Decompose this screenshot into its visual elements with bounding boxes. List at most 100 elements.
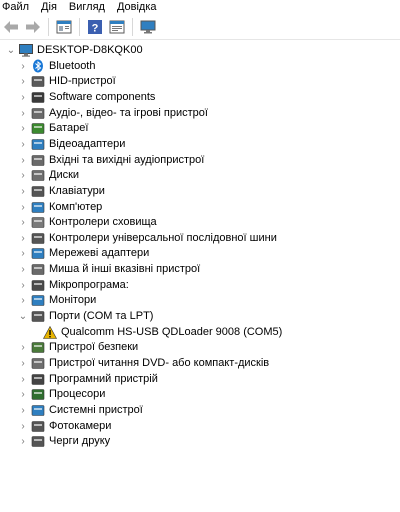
software-component-icon <box>31 90 45 104</box>
monitor-icon <box>31 294 45 308</box>
chevron-right-icon[interactable]: › <box>18 340 28 355</box>
chevron-right-icon[interactable]: › <box>18 246 28 261</box>
category-label: Миша й інші вказівні пристрої <box>49 263 201 276</box>
processor-icon <box>31 388 45 402</box>
category-label: Аудіо-, відео- та ігрові пристрої <box>49 106 208 119</box>
chevron-right-icon[interactable]: › <box>18 262 28 277</box>
tree-category-row[interactable]: › Мікропрограма: <box>18 278 129 293</box>
tree-category-row[interactable]: › Клавіатури <box>18 184 105 199</box>
hid-icon <box>31 75 45 89</box>
chevron-right-icon[interactable]: › <box>18 231 28 246</box>
category-label: Клавіатури <box>49 184 105 197</box>
system-device-icon <box>31 403 45 417</box>
properties-view-button[interactable] <box>55 18 73 36</box>
tree-category-row[interactable]: › HID-пристрої <box>18 74 115 89</box>
tree-category-row[interactable]: › Пристрої безпеки <box>18 340 138 355</box>
toolbar-separator <box>132 18 133 36</box>
scan-hardware-button[interactable] <box>139 18 157 36</box>
software-device-icon <box>31 372 45 386</box>
chevron-right-icon[interactable]: › <box>18 74 28 89</box>
firmware-icon <box>31 278 45 292</box>
tree-category-row[interactable]: › Черги друку <box>18 434 110 449</box>
menu-view[interactable]: Вигляд <box>63 0 111 14</box>
tree-category-row[interactable]: › Процесори <box>18 387 105 402</box>
toolbar-separator <box>48 18 49 36</box>
category-label: Мережеві адаптери <box>49 247 150 260</box>
chevron-right-icon[interactable]: › <box>18 200 28 215</box>
tree-category-row[interactable]: › Фотокамери <box>18 419 111 434</box>
back-button[interactable] <box>2 18 20 36</box>
category-label: Комп'ютер <box>49 200 103 213</box>
mouse-icon <box>31 263 45 277</box>
tree-root[interactable]: ⌄ DESKTOP-D8KQK00 <box>6 43 143 58</box>
disk-icon <box>31 169 45 183</box>
toolbar-separator <box>79 18 80 36</box>
audio-io-icon <box>31 153 45 167</box>
category-label: Системні пристрої <box>49 403 143 416</box>
tree-category-row[interactable]: › Системні пристрої <box>18 403 143 418</box>
tree-category-row[interactable]: › Комп'ютер <box>18 200 102 215</box>
network-adapter-icon <box>31 247 45 261</box>
help-button[interactable]: ? <box>86 18 104 36</box>
chevron-right-icon[interactable]: › <box>18 153 28 168</box>
chevron-right-icon[interactable]: › <box>18 59 28 74</box>
chevron-down-icon[interactable]: ⌄ <box>6 43 16 58</box>
category-label: Відеоадаптери <box>49 137 126 150</box>
tree-category-row[interactable]: › Диски <box>18 168 79 183</box>
tree-device-row[interactable]: Qualcomm HS-USB QDLoader 9008 (COM5) <box>40 325 282 340</box>
chevron-right-icon[interactable]: › <box>18 184 28 199</box>
chevron-right-icon[interactable]: › <box>18 90 28 105</box>
chevron-right-icon[interactable]: › <box>18 278 28 293</box>
tree-category-row[interactable]: › Мережеві адаптери <box>18 246 149 261</box>
category-label: Батареї <box>49 122 89 135</box>
tree-category-row[interactable]: ⌄ Порти (COM та LPT) <box>18 309 154 324</box>
tree-category-row[interactable]: › Батареї <box>18 121 88 136</box>
usb-icon <box>31 231 45 245</box>
chevron-right-icon[interactable]: › <box>18 215 28 230</box>
tree-category-row[interactable]: › Контролери сховища <box>18 215 156 230</box>
chevron-right-icon[interactable]: › <box>18 137 28 152</box>
scan-monitor-icon <box>140 20 156 34</box>
warning-icon <box>43 325 57 339</box>
tree-category-row[interactable]: › Вхідні та вихідні аудіопристрої <box>18 153 204 168</box>
category-label: Порти (COM та LPT) <box>49 310 154 323</box>
tree-category-row[interactable]: › Відеоадаптери <box>18 137 125 152</box>
forward-arrow-icon <box>26 21 40 33</box>
chevron-right-icon[interactable]: › <box>18 106 28 121</box>
menu-action[interactable]: Дія <box>35 0 63 14</box>
chevron-right-icon[interactable]: › <box>18 293 28 308</box>
chevron-right-icon[interactable]: › <box>18 372 28 387</box>
chevron-right-icon[interactable]: › <box>18 387 28 402</box>
menu-help[interactable]: Довідка <box>111 0 163 14</box>
root-label: DESKTOP-D8KQK00 <box>37 44 143 56</box>
printer-icon <box>31 435 45 449</box>
help-icon: ? <box>88 20 102 35</box>
forward-button[interactable] <box>24 18 42 36</box>
chevron-down-icon[interactable]: ⌄ <box>18 309 28 324</box>
tree-category-row[interactable]: › Аудіо-, відео- та ігрові пристрої <box>18 106 208 121</box>
category-label: Мікропрограма: <box>49 278 129 291</box>
tree-category-row[interactable]: › Монітори <box>18 293 96 308</box>
tree-category-row[interactable]: › Пристрої читання DVD- або компакт-дискі… <box>18 356 269 371</box>
tree-category-row[interactable]: › Software components <box>18 90 155 105</box>
panel-icon <box>109 20 125 34</box>
category-label: Диски <box>49 169 80 182</box>
chevron-right-icon[interactable]: › <box>18 168 28 183</box>
chevron-right-icon[interactable]: › <box>18 403 28 418</box>
chevron-right-icon[interactable]: › <box>18 356 28 371</box>
menu-file[interactable]: Файл <box>0 0 35 14</box>
tree-category-row[interactable]: › Bluetooth <box>18 59 95 74</box>
category-label: Вхідні та вихідні аудіопристрої <box>49 153 205 166</box>
tree-category-row[interactable]: › Програмний пристрій <box>18 372 158 387</box>
tree-category-row[interactable]: › Миша й інші вказівні пристрої <box>18 262 200 277</box>
category-label: Пристрої безпеки <box>49 341 139 354</box>
storage-controller-icon <box>31 216 45 230</box>
action-panel-button[interactable] <box>108 18 126 36</box>
chevron-right-icon[interactable]: › <box>18 121 28 136</box>
menu-bar: Файл Дія Вигляд Довідка <box>0 0 400 14</box>
chevron-right-icon[interactable]: › <box>18 434 28 449</box>
category-label: Пристрої читання DVD- або компакт-дисків <box>49 357 270 369</box>
camera-icon <box>31 419 45 433</box>
chevron-right-icon[interactable]: › <box>18 419 28 434</box>
tree-category-row[interactable]: › Контролери універсальної послідовної ши… <box>18 231 277 246</box>
